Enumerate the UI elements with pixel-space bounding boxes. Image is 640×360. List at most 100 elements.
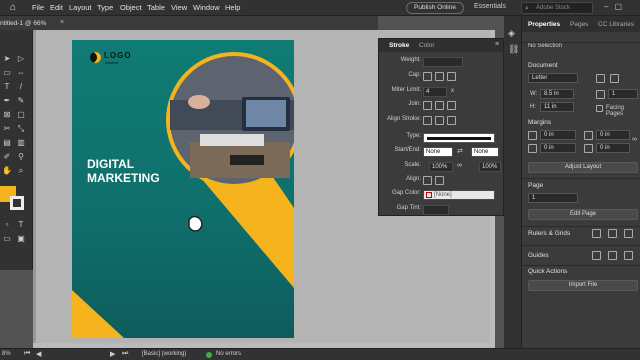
bevel-join-icon[interactable] xyxy=(447,101,456,110)
home-icon[interactable]: ⌂ xyxy=(10,2,16,13)
tab-properties[interactable]: Properties xyxy=(528,21,560,28)
swap-arrows-icon[interactable]: ⇄ xyxy=(457,147,463,155)
links-icon[interactable]: ⛓ xyxy=(508,44,519,55)
gap-tint-input[interactable] xyxy=(423,205,449,215)
tab-color[interactable]: Color xyxy=(419,42,435,49)
window-controls[interactable]: –▢ xyxy=(604,2,628,11)
menu-help[interactable]: Help xyxy=(225,3,240,12)
menu-layout[interactable]: Layout xyxy=(69,3,92,12)
rectangle-tool-icon[interactable]: ▢ xyxy=(16,110,26,120)
margin-right-input[interactable]: 0 in xyxy=(596,143,630,153)
layers-icon[interactable]: ◈ xyxy=(508,28,515,39)
headline-line-1[interactable]: DIGITAL xyxy=(87,157,134,171)
link-scale-icon[interactable]: ∞ xyxy=(457,162,462,169)
direct-selection-tool-icon[interactable]: ▷ xyxy=(16,54,26,64)
view-mode-icon[interactable]: ▭ xyxy=(2,234,12,244)
grid-icon[interactable] xyxy=(608,229,617,238)
eyedropper-tool-icon[interactable]: ⚲ xyxy=(16,152,26,162)
scissors-tool-icon[interactable]: ✂ xyxy=(2,124,12,134)
butt-cap-icon[interactable] xyxy=(423,72,432,81)
margin-bottom-input[interactable]: 0 in xyxy=(540,143,576,153)
rectangle-frame-tool-icon[interactable]: ⊠ xyxy=(2,110,12,120)
scale-end-input[interactable]: 100% xyxy=(479,162,501,172)
landscape-orientation-icon[interactable] xyxy=(610,74,619,83)
type-tool-icon[interactable]: T xyxy=(2,82,12,92)
adjust-layout-button[interactable]: Adjust Layout xyxy=(528,162,638,173)
round-cap-icon[interactable] xyxy=(435,72,444,81)
gradient-tool-icon[interactable]: ▤ xyxy=(2,138,12,148)
panel-menu-icon[interactable]: ≡ xyxy=(495,41,499,48)
gap-color-select[interactable]: [None] xyxy=(423,190,495,200)
margin-top-input[interactable]: 0 in xyxy=(540,130,576,140)
start-select[interactable]: None xyxy=(423,147,453,157)
align-outside-icon[interactable] xyxy=(447,116,456,125)
tab-pages[interactable]: Pages xyxy=(570,21,588,28)
screen-mode-icon[interactable]: ▣ xyxy=(16,234,26,244)
next-page-icon[interactable]: ▶ xyxy=(110,350,115,358)
lock-guides-icon[interactable] xyxy=(608,251,617,260)
menu-window[interactable]: Window xyxy=(193,3,220,12)
link-margins-icon[interactable]: ∞ xyxy=(632,136,637,143)
arrow-align-extend-icon[interactable] xyxy=(423,176,432,185)
hand-tool-icon[interactable]: ✋ xyxy=(2,166,12,176)
miter-input[interactable]: 4 xyxy=(423,87,447,97)
align-inside-icon[interactable] xyxy=(435,116,444,125)
tab-stroke[interactable]: Stroke xyxy=(389,42,409,49)
last-page-icon[interactable]: ⏭ xyxy=(122,350,128,358)
show-guides-icon[interactable] xyxy=(592,251,601,260)
ruler-icon[interactable] xyxy=(592,229,601,238)
preflight-status[interactable]: No errors xyxy=(216,351,241,357)
workspace-switcher[interactable]: Essentials xyxy=(474,3,506,10)
facing-pages-checkbox[interactable] xyxy=(596,105,603,112)
zoom-level[interactable]: 8% xyxy=(2,351,11,357)
pen-tool-icon[interactable]: ✒ xyxy=(2,96,12,106)
smart-guides-icon[interactable] xyxy=(624,251,633,260)
page-select[interactable]: 1 xyxy=(528,193,578,203)
miter-join-icon[interactable] xyxy=(423,101,432,110)
portrait-orientation-icon[interactable] xyxy=(596,74,605,83)
selection-tool-icon[interactable]: ➤ xyxy=(2,54,12,64)
margin-left-input[interactable]: 0 in xyxy=(596,130,630,140)
tab-cc-libraries[interactable]: CC Libraries xyxy=(598,21,634,28)
page-size-select[interactable]: Letter xyxy=(528,73,578,83)
prev-page-icon[interactable]: ◀ xyxy=(36,350,41,358)
first-page-icon[interactable]: ⏮ xyxy=(24,350,30,358)
menu-object[interactable]: Object xyxy=(120,3,142,12)
arrow-align-place-icon[interactable] xyxy=(435,176,444,185)
publish-online-button[interactable]: Publish Online xyxy=(406,2,464,14)
free-transform-tool-icon[interactable]: ⤡ xyxy=(16,124,26,134)
scale-start-input[interactable]: 100% xyxy=(429,162,453,172)
pages-count-input[interactable]: 1 xyxy=(608,89,638,99)
stroke-type-select[interactable] xyxy=(423,133,495,143)
page-tool-icon[interactable]: ▭ xyxy=(2,68,12,78)
menu-file[interactable]: File xyxy=(32,3,44,12)
document-tab[interactable]: ntitled-1 @ 66% xyxy=(0,20,46,27)
end-select[interactable]: None xyxy=(471,147,499,157)
menu-view[interactable]: View xyxy=(171,3,187,12)
stroke-swatch[interactable] xyxy=(10,196,24,210)
align-center-icon[interactable] xyxy=(423,116,432,125)
height-input[interactable]: 11 in xyxy=(540,102,574,112)
width-input[interactable]: 8.5 in xyxy=(540,89,574,99)
round-join-icon[interactable] xyxy=(435,101,444,110)
gradient-feather-tool-icon[interactable]: ▥ xyxy=(16,138,26,148)
formatting-container-icon[interactable]: ▫ xyxy=(2,220,12,230)
close-tab-icon[interactable]: × xyxy=(60,19,64,26)
gap-tool-icon[interactable]: ⇔ xyxy=(16,68,26,78)
weight-input[interactable] xyxy=(423,57,463,67)
headline-line-2[interactable]: MARKETING xyxy=(87,171,160,185)
menu-table[interactable]: Table xyxy=(147,3,165,12)
zoom-tool-icon[interactable]: ⌕ xyxy=(16,166,26,176)
menu-edit[interactable]: Edit xyxy=(50,3,63,12)
preflight-profile[interactable]: [Basic] (working) xyxy=(142,351,186,357)
baseline-grid-icon[interactable] xyxy=(624,229,633,238)
edit-page-button[interactable]: Edit Page xyxy=(528,209,638,220)
menu-type[interactable]: Type xyxy=(97,3,113,12)
document-page[interactable]: LOGO Sample DIGITAL MARKETING xyxy=(72,40,294,338)
formatting-text-icon[interactable]: T xyxy=(16,220,26,230)
projecting-cap-icon[interactable] xyxy=(447,72,456,81)
pencil-tool-icon[interactable]: ✎ xyxy=(16,96,26,106)
stock-search-input[interactable]: ⌕ Adobe Stock xyxy=(521,2,593,14)
note-tool-icon[interactable]: ✐ xyxy=(2,152,12,162)
line-tool-icon[interactable]: / xyxy=(16,82,26,92)
